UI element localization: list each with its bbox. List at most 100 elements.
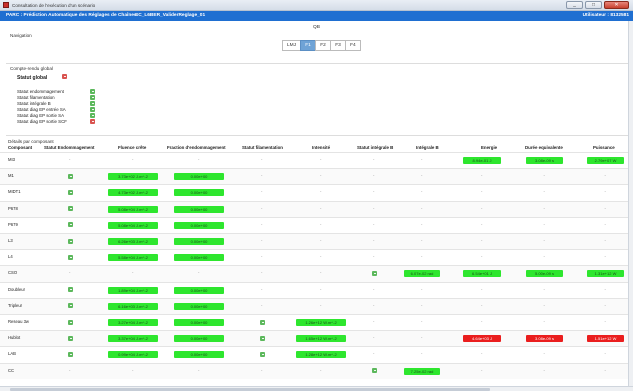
empty-cell: - [373, 351, 375, 357]
status-item-diag-ep-entree-sa: Statut diag EP entrée SA [17, 107, 107, 112]
tab-f1[interactable]: F1 [300, 40, 316, 51]
empty-cell: - [261, 157, 263, 162]
empty-cell: - [543, 189, 545, 195]
status-badge [68, 238, 73, 244]
empty-cell: - [481, 319, 483, 324]
tab-f3[interactable]: F3 [330, 40, 346, 51]
empty-cell: - [421, 205, 423, 211]
status-badge [68, 335, 73, 341]
table-row: L4 5.58e+04 J.m^-2 0.00e+00 - - - - - - - [0, 249, 633, 265]
empty-cell: - [481, 189, 483, 195]
empty-cell: - [261, 254, 263, 260]
fraction-value: 0.00e+00 [174, 221, 224, 229]
horizontal-scrollbar[interactable] [0, 386, 633, 391]
table-row: Doubleur 1.89e+04 J.m^-2 0.00e+00 - - - - - - - [0, 281, 633, 298]
component-name: Doubleur [8, 286, 25, 292]
status-badge [68, 189, 73, 195]
empty-cell: - [604, 286, 606, 292]
empty-cell: - [421, 157, 423, 162]
fraction-value: 0.00e+00 [174, 302, 224, 310]
table-row: L3 6.26e+03 J.m^-2 0.00e+00 - - - - - - - [0, 233, 633, 250]
status-item-label: Statut intégrale B [17, 101, 51, 106]
empty-cell: - [421, 351, 423, 357]
status-badge [68, 254, 73, 260]
empty-cell: - [421, 221, 423, 227]
fraction-value: 0.00e+00 [174, 189, 224, 197]
fraction-value: 0.00e+00 [174, 254, 224, 262]
empty-cell: - [198, 157, 200, 162]
empty-cell: - [421, 335, 423, 341]
empty-cell: - [604, 205, 606, 211]
tab-f4[interactable]: F4 [345, 40, 361, 51]
minimize-button[interactable]: _ [566, 1, 583, 9]
empty-cell: - [320, 238, 322, 243]
empty-cell: - [261, 367, 263, 373]
status-badge [68, 206, 73, 212]
empty-cell: - [373, 189, 375, 195]
maximize-button[interactable]: □ [585, 1, 602, 9]
status-badge [90, 119, 95, 124]
navigation-title: Navigation [10, 33, 32, 38]
empty-cell: - [481, 302, 483, 308]
fluence-value: 1.89e+04 J.m^-2 [108, 286, 158, 294]
empty-cell: - [320, 302, 322, 308]
empty-cell: - [481, 367, 483, 373]
fluence-value: 0.99e+04 J.m^-2 [108, 351, 158, 359]
status-global-badge [62, 74, 67, 79]
table-row: P679 5.08e+04 J.m^-2 0.00e+00 - - - - - - - [0, 216, 633, 233]
close-button[interactable]: ✕ [604, 1, 629, 9]
empty-cell: - [261, 221, 263, 227]
vertical-scrollbar[interactable] [628, 21, 633, 386]
empty-cell: - [543, 319, 545, 324]
empty-cell: - [543, 173, 545, 179]
table-row: M1 3.73e+02 J.m^-2 0.00e+00 - - - - - - - [0, 168, 633, 185]
empty-cell: - [320, 286, 322, 292]
fluence-value: 5.58e+04 J.m^-2 [108, 254, 158, 262]
energie-value: 6.54e+01 J [463, 270, 501, 278]
duree-value: 3.08e-09 s [526, 157, 563, 164]
status-badge [68, 287, 73, 293]
duree-value: 3.08e-09 s [526, 335, 563, 343]
window-titlebar: Consultation de l'exécution d'un scénari… [0, 0, 633, 11]
tab-f2[interactable]: F2 [315, 40, 331, 51]
status-item-filamentation: Statut filamentation [17, 95, 107, 100]
empty-cell: - [543, 221, 545, 227]
status-badge [90, 107, 95, 112]
empty-cell: - [373, 238, 375, 243]
empty-cell: - [198, 270, 200, 276]
component-name: M1 [8, 173, 14, 179]
component-name: L4 [8, 254, 13, 260]
empty-cell: - [604, 189, 606, 195]
status-badge [90, 89, 95, 94]
empty-cell: - [373, 335, 375, 341]
empty-cell: - [261, 173, 263, 179]
tab-lmj[interactable]: LMJ [282, 40, 301, 51]
empty-cell: - [481, 205, 483, 211]
intensite-value: 1.28e+12 W.m^-2 [296, 351, 346, 359]
empty-cell: - [261, 302, 263, 308]
status-badge [90, 113, 95, 118]
empty-cell: - [481, 351, 483, 357]
component-name: LAB [8, 351, 16, 357]
empty-cell: - [481, 254, 483, 260]
fraction-value: 0.00e+00 [174, 319, 224, 326]
table-row: Reseau 3w 3.27e+04 J.m^-2 0.00e+00 1.26e+12… [0, 314, 633, 330]
status-badge [260, 335, 265, 341]
empty-cell: - [261, 286, 263, 292]
empty-cell: - [373, 157, 375, 162]
qb-label: QB [313, 25, 320, 30]
status-item-label: Statut filamentation [17, 95, 55, 100]
table-row: Hublot 3.37e+04 J.m^-2 0.00e+00 1.65e+12 W.… [0, 330, 633, 347]
empty-cell: - [320, 221, 322, 227]
component-name: Tripleur [8, 302, 23, 308]
navigation-tabs: LMJ F1 F2 F3 F4 [282, 40, 361, 51]
empty-cell: - [261, 189, 263, 195]
status-global-label: Statut global [17, 75, 48, 81]
table-row: MIDT1 4.73e+02 J.m^-2 0.00e+00 - - - - - - - [0, 184, 633, 200]
table-row: Tripleur 6.16e+03 J.m^-2 0.00e+00 - - - - - - - [0, 297, 633, 314]
empty-cell: - [373, 302, 375, 308]
empty-cell: - [543, 254, 545, 260]
empty-cell: - [543, 286, 545, 292]
empty-cell: - [132, 367, 134, 373]
puissance-value: 1.31e+12 W [587, 270, 624, 278]
